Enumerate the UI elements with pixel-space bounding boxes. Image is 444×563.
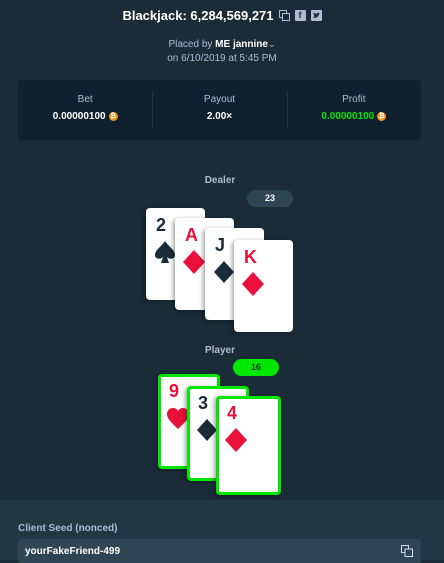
payout-value-row: 2.00×	[152, 111, 286, 122]
diamond-icon	[225, 428, 247, 452]
bitcoin-icon: ₿	[377, 112, 387, 121]
stat-payout: Payout 2.00×	[152, 90, 286, 130]
profit-value: 0.00000100	[321, 111, 375, 122]
bet-value-row: 0.00000100 ₿	[18, 111, 152, 122]
bet-value: 0.00000100	[52, 111, 106, 122]
placed-by-line: Placed by ME jannine⌄ on 6/10/2019 at 5:…	[0, 37, 444, 66]
player-card-3: 4	[216, 396, 281, 495]
card-rank: 9	[169, 381, 180, 401]
client-seed-field[interactable]: yourFakeFriend-499	[18, 539, 421, 563]
twitter-icon[interactable]	[310, 10, 322, 21]
bet-datetime: on 6/10/2019 at 5:45 PM	[167, 53, 277, 64]
fairness-section: Client Seed (nonced) yourFakeFriend-499	[0, 500, 444, 563]
card-rank: 4	[227, 403, 238, 423]
client-seed-value[interactable]: yourFakeFriend-499	[25, 546, 120, 557]
card-rank: 2	[156, 215, 167, 235]
card-rank: K	[244, 247, 257, 267]
card-rank: J	[215, 235, 226, 255]
bet-stats-panel: Bet 0.00000100 ₿ Payout 2.00× Profit 0.0…	[18, 80, 421, 140]
profit-value-row: 0.00000100 ₿	[287, 111, 421, 122]
bet-title: Blackjack: 6,284,569,271	[122, 8, 274, 23]
diamond-icon	[242, 272, 264, 296]
placed-by-prefix: Placed by	[168, 39, 213, 50]
player-label: Player	[204, 345, 236, 356]
card-rank: A	[185, 225, 198, 245]
title-row: Blackjack: 6,284,569,271 f	[0, 8, 444, 23]
bet-header: Blackjack: 6,284,569,271 f Placed by ME …	[0, 8, 444, 66]
payout-label: Payout	[203, 94, 236, 105]
dealer-card-4: K	[234, 240, 293, 332]
dealer-total-badge: 23	[247, 190, 293, 207]
chevron-down-icon[interactable]: ⌄	[268, 39, 276, 49]
client-seed-label: Client Seed (nonced)	[18, 523, 118, 534]
username-link[interactable]: ME jannine	[215, 39, 268, 50]
bet-label: Bet	[77, 94, 93, 105]
player-total-badge: 16	[233, 359, 279, 376]
payout-value: 2.00×	[206, 111, 233, 122]
copy-icon[interactable]	[278, 10, 290, 21]
bitcoin-icon: ₿	[108, 112, 118, 121]
stat-profit: Profit 0.00000100 ₿	[286, 90, 421, 130]
copy-icon[interactable]	[401, 545, 413, 557]
facebook-icon[interactable]: f	[294, 10, 306, 21]
card-rank: 3	[198, 393, 209, 413]
diamond-icon	[183, 250, 205, 274]
stat-bet: Bet 0.00000100 ₿	[18, 90, 152, 130]
profit-label: Profit	[342, 94, 366, 105]
dealer-label: Dealer	[204, 175, 236, 186]
